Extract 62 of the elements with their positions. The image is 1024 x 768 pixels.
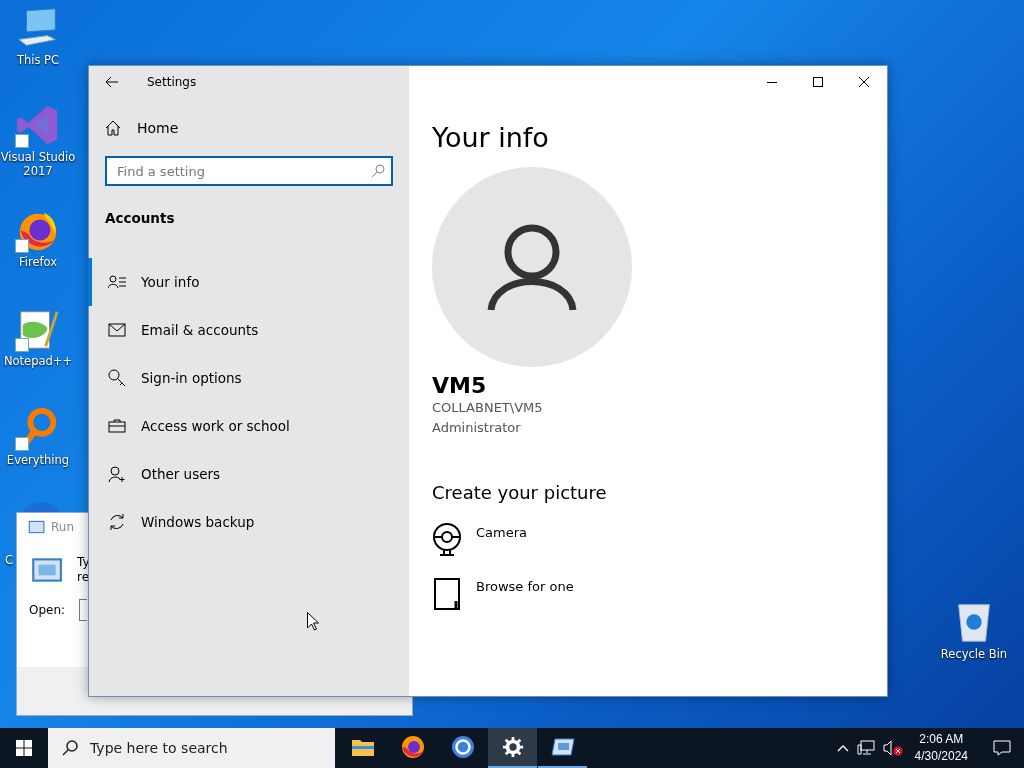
input-field[interactable]: [79, 599, 88, 621]
search-icon: [371, 164, 385, 178]
window-title: Settings: [147, 75, 197, 89]
run-window-icon: [550, 738, 575, 756]
icon-label[interactable]: Notepad++: [3, 354, 73, 368]
speech-bubble-icon: [993, 740, 1011, 756]
picture-option[interactable]: Camera: [432, 523, 528, 557]
section-heading: Accounts: [105, 210, 176, 226]
search-box[interactable]: Type here to search: [48, 728, 335, 768]
chevron-up-icon: [836, 744, 849, 752]
envelope-icon: [108, 323, 126, 337]
maximize-icon: [813, 77, 823, 87]
account-role: Administrator: [432, 419, 522, 437]
instruction-text: re: [77, 570, 90, 585]
open-label: Open:: [29, 603, 66, 617]
clock[interactable]: 2:06 AM 4/30/2024: [910, 731, 972, 765]
fox-globe-icon: [400, 735, 425, 759]
search-icon: [62, 740, 78, 756]
show-hidden-icons-button[interactable]: [836, 744, 849, 752]
network-button[interactable]: [856, 740, 875, 756]
page-title: Your info: [432, 122, 550, 153]
home-link[interactable]: Home: [105, 120, 179, 136]
nav-item[interactable]: Access work or school: [88, 402, 409, 450]
document-icon: [432, 577, 462, 611]
ring-icon: [450, 735, 475, 759]
person-list-icon: [108, 275, 126, 289]
settings-button[interactable]: [488, 728, 537, 768]
network-icon: [856, 740, 875, 756]
folder-icon: [350, 737, 375, 757]
volume-button[interactable]: [882, 740, 903, 756]
run-window-icon: [29, 557, 63, 583]
user-name: VM5: [432, 373, 488, 398]
briefcase-icon: [108, 419, 126, 433]
search-field[interactable]: Find a setting: [105, 156, 393, 186]
person-silhouette-icon: [487, 222, 577, 312]
run-window-icon: [27, 520, 45, 534]
nav-item[interactable]: Sign-in options: [88, 354, 409, 402]
nav-item[interactable]: Other users: [88, 450, 409, 498]
account-name: COLLABNET\VM5: [432, 399, 544, 417]
person-add-icon: [108, 466, 126, 482]
muted-speaker-icon: [882, 740, 903, 756]
mouse-pointer-icon: [307, 612, 319, 631]
icon-label[interactable]: Firefox: [18, 255, 58, 269]
minimize-icon: [767, 81, 777, 83]
picture-option[interactable]: Browse for one: [432, 577, 574, 611]
home-icon: [105, 120, 121, 136]
nav-item[interactable]: Email & accounts: [88, 306, 409, 354]
close-icon: [859, 77, 869, 87]
webcam-icon: [432, 523, 462, 557]
icon-label[interactable]: Everything: [6, 453, 70, 467]
windows-logo-icon: [16, 740, 32, 756]
nav-item[interactable]: Windows backup: [88, 498, 409, 546]
window-title: Run: [51, 520, 74, 534]
icon-label[interactable]: Visual Studio 2017: [0, 150, 76, 178]
sync-icon: [108, 513, 126, 531]
back-arrow-icon: [105, 76, 119, 88]
icon-label[interactable]: This PC: [16, 53, 60, 67]
back-button[interactable]: [105, 76, 119, 88]
section-heading: Create your picture: [432, 482, 608, 503]
icon-label[interactable]: Recycle Bin: [940, 647, 1008, 661]
settings-icon: [501, 736, 524, 758]
icon-label[interactable]: C: [5, 553, 14, 567]
